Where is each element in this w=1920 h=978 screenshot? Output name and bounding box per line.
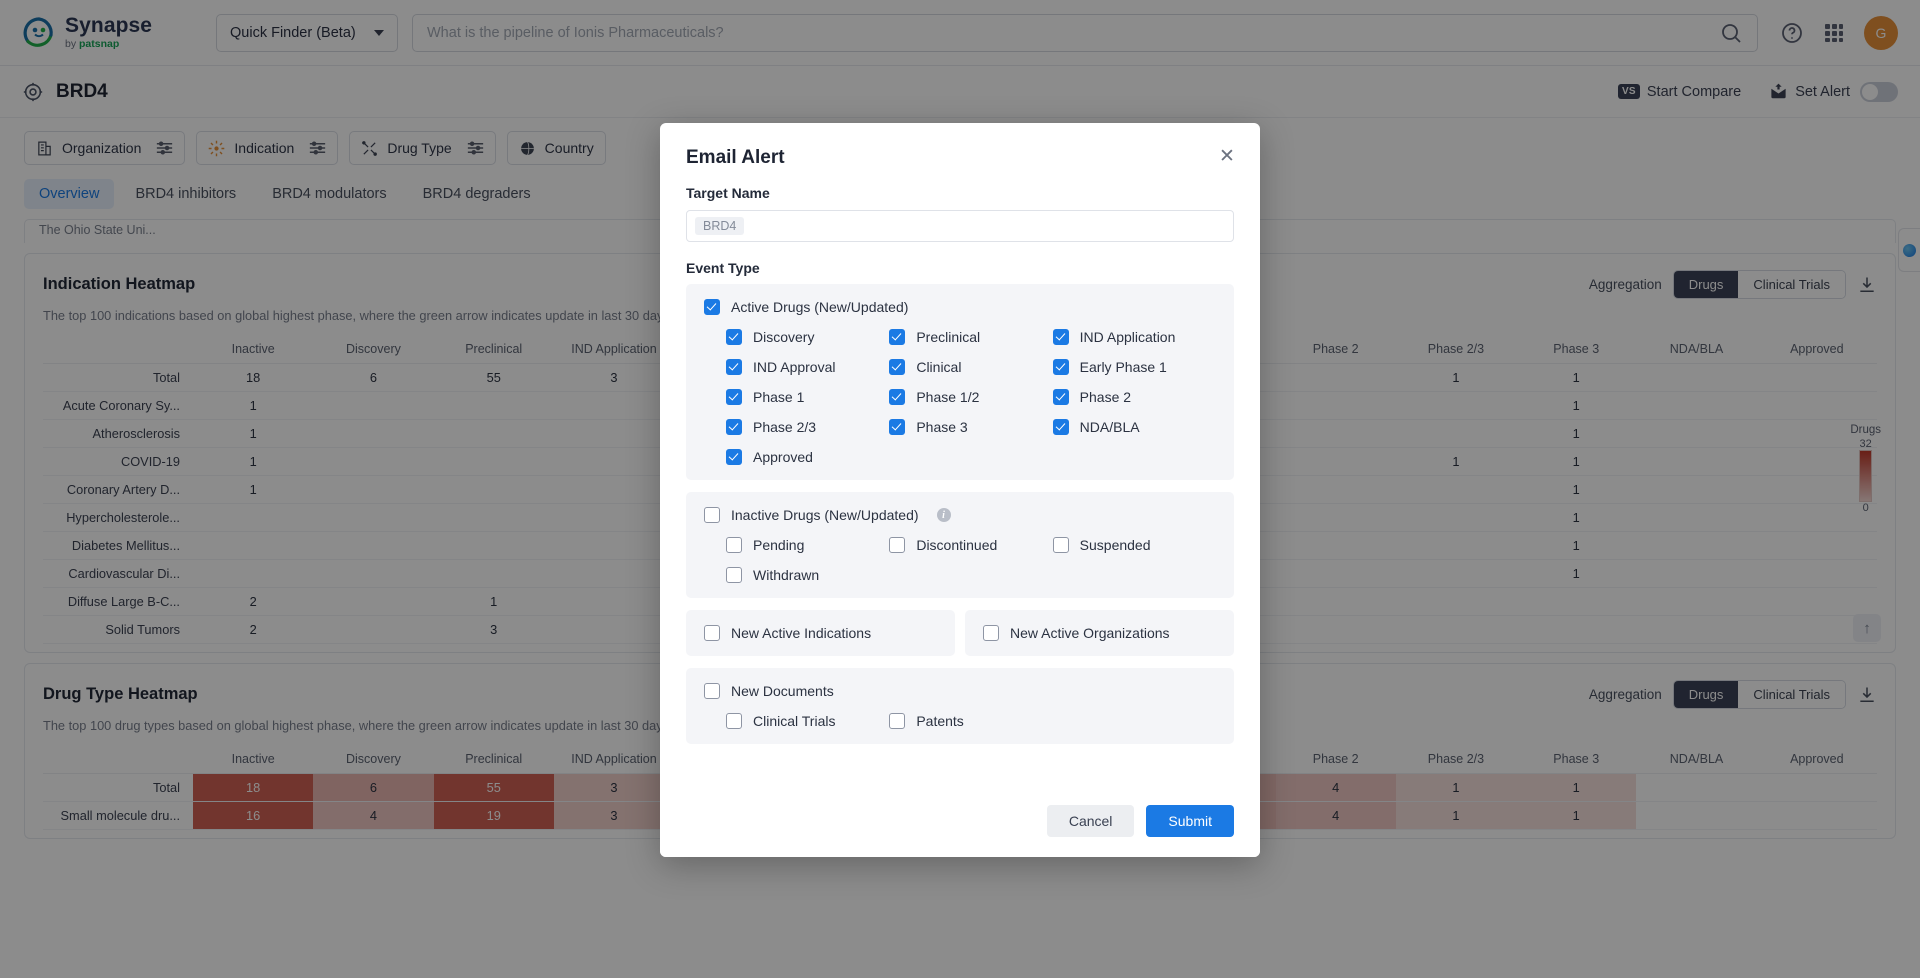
checkbox-label: Clinical [916,359,962,375]
event-group-new-active-indications: New Active Indications [686,610,955,656]
cancel-button[interactable]: Cancel [1046,805,1135,837]
checkbox-label: Phase 2/3 [753,419,817,435]
checkbox-phase-2[interactable] [1052,389,1069,405]
modal-body[interactable]: Target Name BRD4 Event Type Active Drugs… [660,169,1260,791]
checkbox-pending[interactable] [726,537,742,553]
checkbox-preclinical[interactable] [889,329,906,345]
new-documents-options-grid: Clinical Trials Patents [704,713,1216,729]
checkbox-label: Phase 3 [916,419,968,435]
checkbox-row-new-active-indications[interactable]: New Active Indications [704,625,937,641]
checkbox-row[interactable]: Discontinued [889,537,1052,553]
event-group-half-row: New Active Indications New Active Organi… [686,610,1234,668]
checkbox-row[interactable]: IND Approval [726,359,889,375]
checkbox-label: Phase 2 [1079,389,1132,405]
checkbox-label: Withdrawn [753,567,820,583]
checkbox-clinical[interactable] [889,359,906,375]
checkbox-row[interactable]: Phase 2/3 [726,419,889,435]
checkbox-approved[interactable] [726,449,742,465]
checkbox-withdrawn[interactable] [726,567,742,583]
checkbox-label: IND Approval [753,359,836,375]
checkbox-row[interactable]: Preclinical [889,329,1052,345]
checkbox-row[interactable]: Withdrawn [726,567,889,583]
checkbox-label: NDA/BLA [1079,419,1140,435]
event-group-inactive-drugs: Inactive Drugs (New/Updated) i Pending Di… [686,492,1234,598]
checkbox-row[interactable]: Approved [726,449,889,465]
checkbox-clinical-trials[interactable] [726,713,742,729]
modal-header: Email Alert ✕ [660,123,1260,169]
checkbox-label: New Active Organizations [1010,625,1170,641]
checkbox-row[interactable]: IND Application [1052,329,1216,345]
checkbox-label: Phase 1 [753,389,805,405]
checkbox-label: Early Phase 1 [1079,359,1167,375]
target-name-field[interactable]: BRD4 [686,210,1234,242]
checkbox-phase-1[interactable] [726,389,742,405]
close-icon[interactable]: ✕ [1214,143,1240,169]
checkbox-row-active-drugs[interactable]: Active Drugs (New/Updated) [704,299,1216,315]
modal-title: Email Alert [686,147,785,168]
checkbox-new-active-indications[interactable] [704,625,720,641]
checkbox-label: Inactive Drugs (New/Updated) [731,507,919,523]
checkbox-nda-bla[interactable] [1052,419,1069,435]
target-name-tag: BRD4 [695,217,745,235]
checkbox-label: Discontinued [916,537,998,553]
checkbox-label: New Active Indications [731,625,872,641]
checkbox-row-inactive-drugs[interactable]: Inactive Drugs (New/Updated) i [704,507,1216,523]
checkbox-row[interactable]: Clinical [889,359,1052,375]
checkbox-label: Pending [753,537,805,553]
checkbox-phase-3[interactable] [889,419,906,435]
checkbox-row-new-active-organizations[interactable]: New Active Organizations [983,625,1216,641]
app-root: Synapse by patsnap Quick Finder (Beta) W… [0,0,1920,978]
checkbox-label: Phase 1/2 [916,389,980,405]
event-group-active-drugs: Active Drugs (New/Updated) Discovery Prec… [686,284,1234,480]
checkbox-phase-1-2[interactable] [889,389,906,405]
checkbox-row[interactable]: Suspended [1052,537,1216,553]
event-type-label: Event Type [686,260,760,276]
checkbox-label: Active Drugs (New/Updated) [731,299,909,315]
checkbox-ind-application[interactable] [1052,329,1069,345]
checkbox-label: IND Application [1079,329,1176,345]
modal-footer: Cancel Submit [660,791,1260,857]
checkbox-early-phase-1[interactable] [1052,359,1069,375]
checkbox-label: Discovery [753,329,815,345]
checkbox-row[interactable]: Phase 2 [1052,389,1216,405]
checkbox-row[interactable]: Early Phase 1 [1052,359,1216,375]
checkbox-new-active-organizations[interactable] [983,625,999,641]
checkbox-discontinued[interactable] [889,537,906,553]
checkbox-label: Patents [916,713,964,729]
checkbox-patents[interactable] [889,713,906,729]
checkbox-label: Preclinical [916,329,981,345]
checkbox-row[interactable]: NDA/BLA [1052,419,1216,435]
submit-button[interactable]: Submit [1146,805,1234,837]
checkbox-suspended[interactable] [1052,537,1069,553]
checkbox-row[interactable]: Discovery [726,329,889,345]
inactive-drugs-options-grid: Pending Discontinued Suspended Withdrawn [704,537,1216,583]
checkbox-label: New Documents [731,683,834,699]
checkbox-row[interactable]: Phase 1 [726,389,889,405]
checkbox-new-documents[interactable] [704,683,720,699]
checkbox-row[interactable]: Phase 3 [889,419,1052,435]
checkbox-label: Suspended [1079,537,1151,553]
event-group-new-documents: New Documents Clinical Trials Patents [686,668,1234,744]
checkbox-row[interactable]: Patents [889,713,1052,729]
checkbox-row[interactable]: Clinical Trials [726,713,889,729]
checkbox-discovery[interactable] [726,329,742,345]
info-icon[interactable]: i [936,508,951,522]
checkbox-row[interactable]: Phase 1/2 [889,389,1052,405]
event-group-new-active-organizations: New Active Organizations [965,610,1234,656]
active-drugs-options-grid: Discovery Preclinical IND Application IND A… [704,329,1216,465]
checkbox-label: Clinical Trials [753,713,836,729]
checkbox-row[interactable]: Pending [726,537,889,553]
checkbox-row-new-documents[interactable]: New Documents [704,683,1216,699]
checkbox-label: Approved [753,449,813,465]
checkbox-phase-2-3[interactable] [726,419,742,435]
email-alert-modal: Email Alert ✕ Target Name BRD4 Event Typ… [660,123,1260,857]
checkbox-active-drugs[interactable] [704,299,720,315]
checkbox-ind-approval[interactable] [726,359,742,375]
target-name-label: Target Name [686,185,770,201]
checkbox-inactive-drugs[interactable] [704,507,720,523]
